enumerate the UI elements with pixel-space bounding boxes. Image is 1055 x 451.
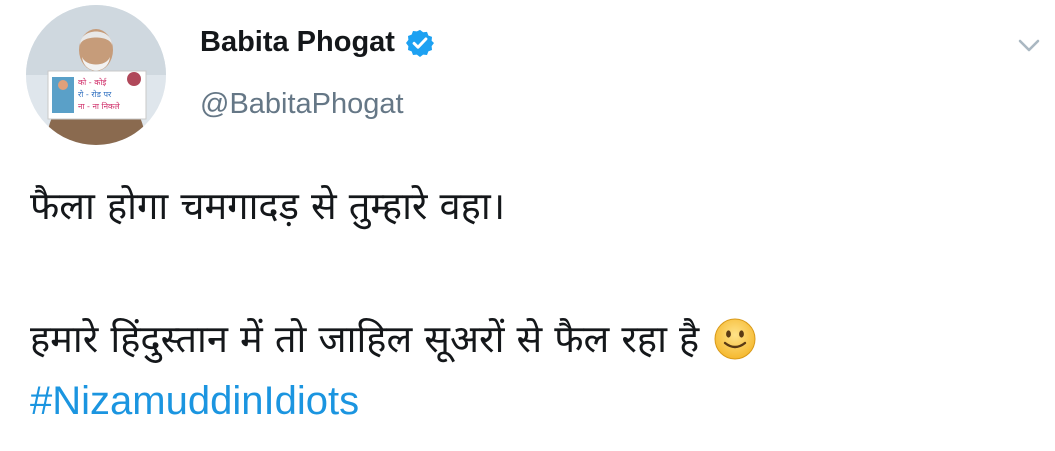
display-name[interactable]: Babita Phogat <box>200 26 395 59</box>
avatar[interactable]: को - कोई रो - रोड पर ना - ना निकले <box>26 5 166 145</box>
author-name-row[interactable]: Babita Phogat <box>200 26 435 59</box>
tweet-text-line-2-row: हमारे हिंदुस्तान में तो जाहिल सूअरों से … <box>30 311 757 367</box>
avatar-sign-line-2: रो - रोड पर <box>78 89 112 99</box>
avatar-sign-line-1: को - कोई <box>78 77 107 87</box>
avatar-sign-line-3: ना - ना निकले <box>78 101 120 111</box>
verified-badge-icon <box>405 29 434 57</box>
tweet-card: को - कोई रो - रोड पर ना - ना निकले Babit… <box>0 0 1055 451</box>
avatar-image: को - कोई रो - रोड पर ना - ना निकले <box>26 5 166 145</box>
tweet-text-line-2: हमारे हिंदुस्तान में तो जाहिल सूअरों से … <box>30 317 700 361</box>
chevron-down-icon[interactable] <box>1014 30 1044 60</box>
username[interactable]: @BabitaPhogat <box>200 88 404 121</box>
tweet-text-line-1: फैला होगा चमगादड़ से तुम्हारे वहा। <box>30 184 506 228</box>
slightly-smiling-face-icon <box>714 318 756 360</box>
hashtag-link[interactable]: #NizamuddinIdiots <box>30 373 359 429</box>
